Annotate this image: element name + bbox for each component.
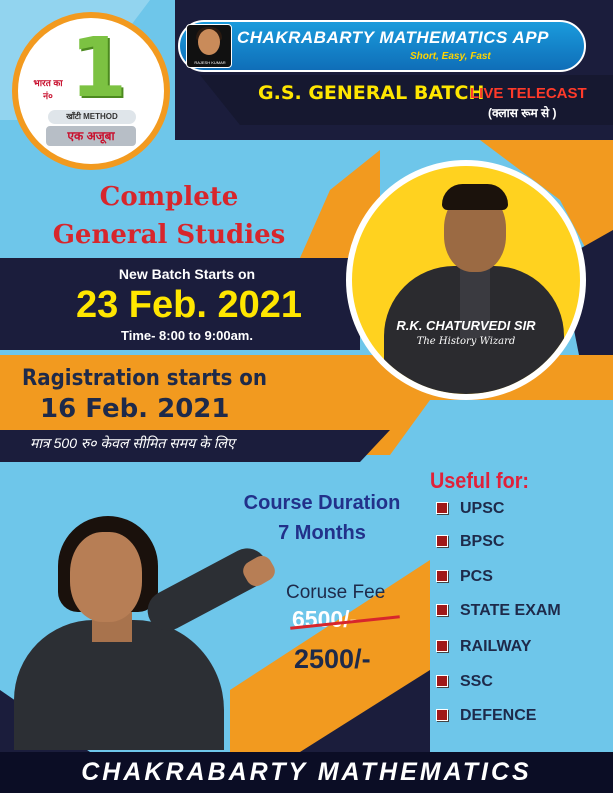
exam-item-bpsc: BPSC	[436, 533, 504, 551]
fee-note: मात्र 500 रु० केवल सीमित समय के लिए	[30, 435, 235, 451]
presenter-head	[70, 532, 142, 622]
exam-label: DEFENCE	[460, 707, 537, 724]
bullet-icon	[436, 640, 448, 652]
registration-label: Ragistration starts on	[22, 366, 268, 391]
exam-item-upsc: UPSC	[436, 500, 504, 518]
app-tagline: Short, Easy, Fast	[410, 51, 491, 62]
exam-label: STATE EXAM	[460, 602, 561, 619]
exam-item-defence: DEFENCE	[436, 707, 536, 725]
useful-for-label: Useful for:	[430, 468, 529, 493]
app-logo: RAJESH KUMAR	[186, 24, 232, 68]
course-duration: Course Duration 7 Months	[222, 488, 422, 548]
registration-date: 16 Feb. 2021	[40, 394, 230, 424]
teacher-photo	[346, 160, 586, 400]
exam-label: RAILWAY	[460, 638, 532, 655]
batch-start-label: New Batch Starts on	[118, 266, 256, 282]
teacher-name: R.K. CHATURVEDI SIR	[396, 318, 536, 333]
teacher-title: The History Wizard	[416, 336, 516, 347]
bullet-icon	[436, 570, 448, 582]
exam-label: BPSC	[460, 533, 505, 550]
footer-brand: CHAKRABARTY MATHEMATICS	[81, 758, 532, 786]
logo-face	[198, 29, 220, 55]
teacher-hair	[442, 184, 508, 210]
logo-text: RAJESH KUMAR	[194, 60, 226, 65]
exam-label: UPSC	[460, 500, 505, 517]
duration-label: Course Duration	[243, 492, 401, 514]
exam-item-pcs: PCS	[436, 568, 493, 586]
classroom-note: (क्लास रूम से )	[488, 106, 557, 120]
rank-badge: भारत का नं० 1 खाँटी METHOD एक अजूबा	[12, 12, 170, 170]
course-title-line1: Complete	[99, 182, 239, 212]
course-title-line2: General Studies	[52, 220, 286, 250]
poster: भारत का नं० 1 खाँटी METHOD एक अजूबा RAJE…	[0, 0, 613, 793]
method-label: खाँटी METHOD	[48, 110, 136, 124]
batch-start-date: 23 Feb. 2021	[75, 284, 303, 326]
batch-header-title: G.S. GENERAL BATCH	[258, 82, 485, 104]
fee-old-price: 6500/-	[292, 606, 358, 632]
presenter-arm	[140, 541, 275, 638]
exam-label: SSC	[460, 673, 493, 690]
fee-label: Coruse Fee	[286, 582, 386, 603]
badge-tagline: एक अजूबा	[46, 126, 136, 146]
rank-number: 1	[70, 21, 128, 116]
course-title: Complete General Studies	[14, 178, 324, 254]
duration-value: 7 Months	[278, 522, 366, 544]
exam-item-railway: RAILWAY	[436, 638, 531, 656]
bullet-icon	[436, 709, 448, 721]
exam-item-state-exam: STATE EXAM	[436, 602, 561, 620]
bullet-icon	[436, 675, 448, 687]
exam-label: PCS	[460, 568, 493, 585]
rank-label: भारत का नं०	[33, 78, 63, 101]
app-title: CHAKRABARTY MATHEMATICS APP	[237, 28, 549, 47]
bullet-icon	[436, 604, 448, 616]
exam-item-ssc: SSC	[436, 673, 493, 691]
bullet-icon	[436, 502, 448, 514]
live-telecast-label: LIVE TELECAST	[470, 85, 587, 102]
bullet-icon	[436, 535, 448, 547]
batch-time: Time- 8:00 to 9:00am.	[121, 328, 253, 343]
fee-new-price: 2500/-	[294, 644, 371, 674]
